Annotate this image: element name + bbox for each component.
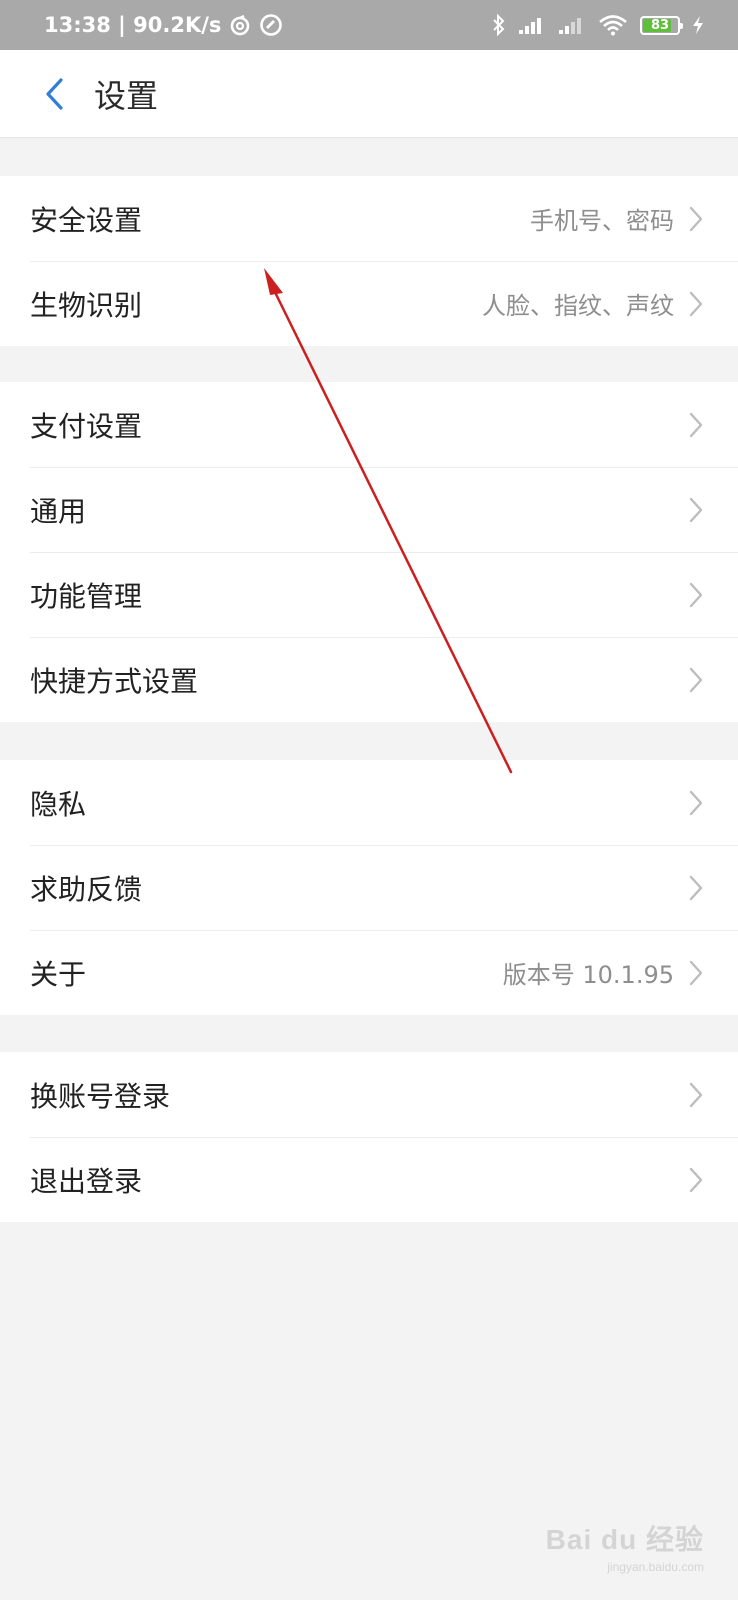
bluetooth-icon [492, 14, 506, 36]
chevron-right-icon [688, 789, 704, 817]
chevron-right-icon [688, 666, 704, 694]
chevron-left-icon [46, 77, 63, 110]
status-bar: 13:38 | 90.2K/s 83 [0, 0, 738, 50]
at-icon [259, 13, 283, 37]
settings-item-label: 关于 [30, 957, 87, 991]
settings-group-privacy-help: 隐私 求助反馈 关于 版本号 10.1.95 [0, 760, 738, 1015]
settings-item-label: 隐私 [30, 787, 87, 821]
app-header: 设置 [0, 50, 738, 138]
status-left: 13:38 | 90.2K/s [44, 13, 283, 37]
back-button[interactable] [24, 64, 84, 124]
settings-item-label: 生物识别 [30, 288, 143, 322]
settings-item-about[interactable]: 关于 版本号 10.1.95 [0, 930, 738, 1015]
chevron-right-icon [688, 959, 704, 987]
settings-item-value: 版本号 10.1.95 [502, 961, 674, 989]
settings-group-general: 支付设置 通用 功能管理 快捷方式设置 [0, 382, 738, 722]
chevron-right-icon [688, 1081, 704, 1109]
chevron-right-icon [688, 205, 704, 233]
settings-group-account-security: 安全设置 手机号、密码 生物识别 人脸、指纹、声纹 [0, 176, 738, 346]
chevron-right-icon [688, 874, 704, 902]
charging-icon [692, 15, 704, 35]
settings-item-label: 通用 [30, 494, 87, 528]
settings-item-help-feedback[interactable]: 求助反馈 [0, 845, 738, 930]
settings-item-value: 人脸、指纹、声纹 [482, 292, 674, 320]
settings-item-feature-management[interactable]: 功能管理 [0, 552, 738, 637]
battery-level: 83 [650, 17, 670, 33]
settings-group-account: 换账号登录 退出登录 [0, 1052, 738, 1222]
settings-item-logout[interactable]: 退出登录 [0, 1137, 738, 1222]
settings-item-security[interactable]: 安全设置 手机号、密码 [0, 176, 738, 261]
settings-item-label: 退出登录 [30, 1164, 143, 1198]
signal-icon [518, 15, 546, 35]
chevron-right-icon [688, 581, 704, 609]
settings-item-label: 求助反馈 [30, 872, 143, 906]
signal-weak-icon [558, 15, 586, 35]
settings-item-label: 换账号登录 [30, 1079, 171, 1113]
status-right: 83 [492, 14, 704, 36]
watermark-sub: jingyan.baidu.com [607, 1560, 704, 1574]
settings-item-label: 支付设置 [30, 409, 143, 443]
wifi-icon [598, 14, 628, 36]
status-time-speed: 13:38 | 90.2K/s [44, 13, 222, 37]
settings-item-value: 手机号、密码 [530, 207, 674, 235]
settings-item-biometrics[interactable]: 生物识别 人脸、指纹、声纹 [0, 261, 738, 346]
watermark-logo: Bai du 经验 jingyan.baidu.com [546, 1518, 704, 1574]
chevron-right-icon [688, 496, 704, 524]
chevron-right-icon [688, 1166, 704, 1194]
settings-item-label: 功能管理 [30, 579, 143, 613]
settings-item-privacy[interactable]: 隐私 [0, 760, 738, 845]
settings-item-payment[interactable]: 支付设置 [0, 382, 738, 467]
settings-item-label: 快捷方式设置 [30, 664, 199, 698]
page-title: 设置 [94, 76, 159, 115]
sync-icon [229, 14, 251, 36]
chevron-right-icon [688, 411, 704, 439]
settings-item-shortcuts[interactable]: 快捷方式设置 [0, 637, 738, 722]
battery-icon: 83 [640, 15, 683, 35]
chevron-right-icon [688, 290, 704, 318]
settings-item-switch-account[interactable]: 换账号登录 [0, 1052, 738, 1137]
settings-item-label: 安全设置 [30, 203, 143, 237]
watermark-main: Bai du 经验 [545, 1524, 704, 1555]
settings-item-general[interactable]: 通用 [0, 467, 738, 552]
